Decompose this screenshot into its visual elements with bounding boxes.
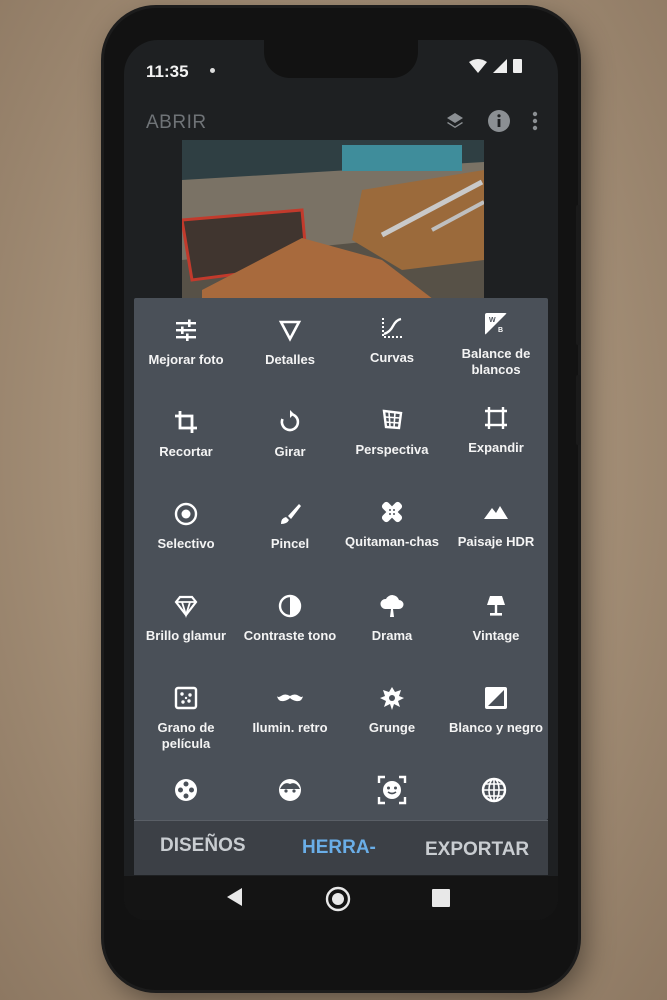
tool-drama[interactable]: Drama <box>340 592 444 644</box>
system-nav-bar <box>124 876 558 920</box>
tool-hdr-landscape[interactable]: Paisaje HDR <box>444 498 548 550</box>
tool-retrolux[interactable]: Ilumin. retro <box>238 684 342 736</box>
tool-rotate[interactable]: Girar <box>238 408 342 460</box>
tool-film-grain[interactable]: Grano de película <box>134 684 238 752</box>
more-options-icon[interactable] <box>520 106 550 136</box>
status-bar: 11:35 <box>124 40 558 84</box>
tool-label: Blanco y negro <box>449 720 543 735</box>
selective-icon <box>174 502 198 526</box>
rotate-icon <box>280 410 300 432</box>
tool-crop[interactable]: Recortar <box>134 408 238 460</box>
open-button[interactable]: ABRIR <box>146 112 207 134</box>
retrolux-mustache-icon <box>277 694 303 702</box>
signal-icon <box>492 59 507 73</box>
crop-icon <box>175 411 197 433</box>
tool-label: Grunge <box>368 720 416 735</box>
photo-preview[interactable] <box>182 140 484 306</box>
healing-icon <box>381 501 403 523</box>
white-balance-icon: W B <box>485 313 507 335</box>
tool-label: Brillo glamur <box>145 628 227 643</box>
tool-label: Pincel <box>270 536 310 551</box>
tool-label: Paisaje HDR <box>457 534 535 549</box>
tool-glamour-glow[interactable]: Brillo glamur <box>134 592 238 644</box>
status-time: 11:35 <box>146 62 189 81</box>
details-triangle-icon <box>278 320 302 342</box>
recents-icon[interactable] <box>432 889 450 907</box>
notification-dot-icon <box>210 68 215 73</box>
tab-export[interactable]: EXPORTAR <box>425 839 529 861</box>
face-icon[interactable] <box>276 776 304 804</box>
back-icon[interactable] <box>224 886 244 908</box>
layers-icon[interactable] <box>440 106 470 136</box>
tool-label: Vintage <box>472 628 520 643</box>
film-reel-icon[interactable] <box>172 776 200 804</box>
tool-label: Mejorar foto <box>148 352 224 367</box>
status-icons <box>468 58 522 77</box>
tool-black-white[interactable]: Blanco y negro <box>444 684 548 736</box>
tool-vintage[interactable]: Vintage <box>444 592 548 644</box>
tool-selective[interactable]: Selectivo <box>134 500 238 552</box>
home-icon[interactable] <box>324 885 352 913</box>
tool-label: Drama <box>371 628 413 643</box>
vintage-lamp-icon <box>487 596 505 616</box>
wifi-icon <box>468 59 487 73</box>
phone-volume-button <box>576 205 581 345</box>
tool-label: Expandir <box>468 440 524 455</box>
tool-label: Recortar <box>159 444 213 459</box>
tool-label: Ilumin. retro <box>252 720 328 735</box>
tool-label: Perspectiva <box>355 442 429 457</box>
tool-healing[interactable]: Quitaman-chas <box>340 498 444 550</box>
tool-label: Balance de blancos <box>461 346 531 377</box>
tool-enhance[interactable]: Mejorar foto <box>134 316 238 368</box>
phone-screen: 11:35 ABRIR Mejorar foto Detalles Curvas… <box>124 40 558 920</box>
tool-tonal-contrast[interactable]: Contraste tono <box>238 592 342 644</box>
tool-curves[interactable]: Curvas <box>340 314 444 366</box>
phone-power-button <box>576 375 581 445</box>
tool-perspective[interactable]: Perspectiva <box>340 406 444 458</box>
globe-icon[interactable] <box>480 776 508 804</box>
tool-label: Curvas <box>369 350 415 365</box>
tool-label: Grano de película <box>157 720 215 751</box>
tool-label: Detalles <box>265 352 315 367</box>
perspective-icon <box>382 409 403 430</box>
drama-cloud-icon <box>380 595 404 617</box>
face-frame-icon[interactable] <box>376 774 408 806</box>
tool-label: Girar <box>274 444 306 459</box>
tonal-contrast-icon <box>278 594 302 618</box>
tab-tools[interactable]: HERRA- <box>302 837 376 859</box>
tool-label: Selectivo <box>157 536 215 551</box>
hdr-landscape-icon <box>484 506 508 519</box>
app-bar: ABRIR <box>124 100 558 144</box>
tool-details[interactable]: Detalles <box>238 316 342 368</box>
battery-icon <box>513 59 522 73</box>
svg-text:W: W <box>489 317 496 324</box>
tool-brush[interactable]: Pincel <box>238 500 342 552</box>
svg-text:B: B <box>498 327 503 334</box>
grunge-icon <box>380 687 404 710</box>
tool-label: Quitaman-chas <box>345 534 439 549</box>
tool-white-balance[interactable]: W B Balance de blancos <box>444 310 548 378</box>
tool-expand[interactable]: Expandir <box>444 404 548 456</box>
tools-panel: Mejorar foto Detalles Curvas W B Balance… <box>134 298 548 820</box>
black-white-icon <box>485 687 507 709</box>
info-icon[interactable] <box>484 106 514 136</box>
curves-icon <box>382 317 402 338</box>
brush-icon <box>281 504 301 524</box>
tune-icon <box>176 319 196 341</box>
tab-designs[interactable]: DISEÑOS <box>160 835 246 857</box>
tool-label: Contraste tono <box>243 628 337 643</box>
tool-grunge[interactable]: Grunge <box>340 684 444 736</box>
expand-icon <box>485 407 507 429</box>
glamour-glow-icon <box>174 595 198 619</box>
bottom-tab-bar: DISEÑOS HERRA- EXPORTAR <box>134 820 548 875</box>
film-grain-icon <box>174 686 198 710</box>
